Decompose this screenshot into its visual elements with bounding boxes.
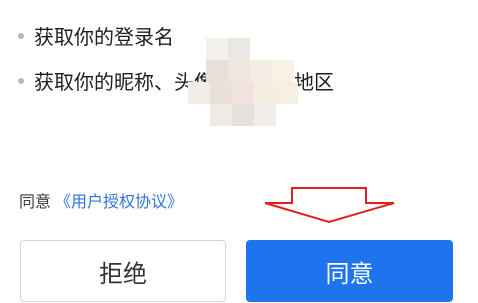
agreement-line: 同意 《用户授权协议》: [19, 188, 183, 212]
authorization-dialog: 获取你的登录名 获取你的昵称、头像、性别和地区 同意 《用户授权协议》 拒绝 同意: [0, 0, 478, 303]
agreement-prefix: 同意: [19, 192, 52, 211]
permission-label: 获取你的登录名: [34, 25, 174, 49]
accept-button[interactable]: 同意: [246, 240, 453, 302]
bullet-icon: [18, 32, 24, 39]
bullet-icon: [18, 77, 24, 84]
reject-button[interactable]: 拒绝: [20, 240, 226, 302]
user-agreement-link[interactable]: 《用户授权协议》: [55, 192, 183, 211]
permission-item-login-name: 获取你的登录名: [18, 21, 174, 50]
annotation-arrow-icon: [264, 187, 395, 224]
blurred-avatar: [188, 38, 300, 130]
